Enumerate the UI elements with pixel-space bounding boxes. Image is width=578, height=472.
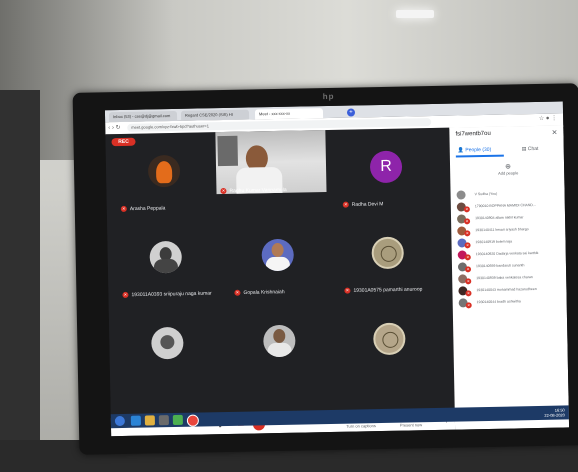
start-icon[interactable]: [114, 415, 125, 427]
mic-off-icon: ✕: [344, 287, 351, 294]
person-name: 1930140411 kesari sriyash bhargo: [475, 227, 529, 233]
dark-pillar: [0, 90, 40, 472]
avatar: [151, 326, 184, 360]
participant-name: ✕ Gopala Krishnaiah: [234, 288, 285, 296]
avatar: [149, 240, 183, 274]
people-list-item[interactable]: ✕ 1930140044 bradh ashwitha: [457, 295, 565, 309]
participant-tile: [119, 314, 216, 384]
mic-off-icon: ✕: [464, 254, 471, 261]
monitor-screen: Inbox (53) - cse@dj@gmail.com Regard CSE…: [104, 101, 570, 437]
ceiling-light: [396, 10, 434, 18]
person-name: 1930140044 bradh ashwitha: [476, 299, 521, 305]
mic-off-icon: ✕: [464, 242, 471, 249]
participant-tile: [341, 310, 438, 380]
mic-off-icon: ✕: [234, 289, 241, 296]
system-clock: 16:50 22-08-2020: [544, 407, 565, 418]
back-forward-reload-icon[interactable]: ‹ › ↻: [108, 124, 120, 131]
panel-title: fsi7wentb7ou: [455, 130, 491, 138]
mic-off-icon: ✕: [465, 278, 472, 285]
person-name: 1930140920 Dadarja venkata sai karthik: [475, 250, 539, 257]
meet-stage: REC ✕ Arasha Peppala ✕ Raghu Kumar Vanpamu…: [105, 127, 456, 437]
person-name: 1930140904 allam nikhil kumar: [475, 215, 524, 221]
mic-off-icon: ✕: [464, 230, 471, 237]
person-name: 1790010 BOPPANA MAMIDI CHAND...: [474, 203, 536, 209]
tab-people[interactable]: 👤 People (30): [458, 147, 492, 154]
monitor-brand-logo: hp: [322, 91, 335, 102]
active-tab-indicator: [455, 154, 504, 158]
participant-name: ✕ Radha Devi M: [342, 200, 384, 208]
chat-icon: ▤: [521, 146, 527, 153]
room-background: hp Inbox (53) - cse@dj@gmail.com Regard …: [0, 0, 578, 472]
mic-off-icon: ✕: [464, 218, 471, 225]
mic-off-icon: ✕: [120, 205, 127, 212]
participant-tile: ✕ Arasha Peppala: [116, 142, 213, 212]
participant-video: ✕ Raghu Kumar Vanpamula: [215, 130, 327, 195]
avatar: [147, 154, 181, 188]
person-name: 1930140939 bandaruti sunanth: [475, 263, 525, 269]
chrome-icon[interactable]: [186, 414, 200, 427]
mic-off-icon: ✕: [122, 291, 129, 298]
participant-tile: R ✕ Radha Devi M: [338, 138, 435, 208]
participant-name: ✕ 193011A0393 sriipuraju naga kumar: [122, 290, 212, 298]
mic-off-icon: ✕: [465, 302, 472, 309]
avatar: [261, 238, 295, 272]
monitor: hp Inbox (53) - cse@dj@gmail.com Regard …: [72, 83, 578, 455]
avatar: [263, 324, 296, 358]
avatar: [456, 190, 466, 200]
mic-off-icon: ✕: [220, 187, 227, 194]
tab-chat[interactable]: ▤ Chat: [522, 146, 539, 152]
avatar: R: [369, 150, 403, 184]
people-panel: fsi7wentb7ou ✕ 👤 People (30) ▤ Chat ⊕ Add…: [449, 125, 570, 430]
mic-off-icon: ✕: [463, 206, 470, 213]
participant-tile: ✕ 193011A0393 sriipuraju naga kumar: [117, 228, 214, 298]
participant-tile: ✕ 19301A0575 pamarthi anuroop: [339, 224, 436, 294]
emblem-avatar: [373, 322, 406, 356]
new-tab-button[interactable]: +: [346, 108, 356, 117]
emblem-avatar: [371, 236, 405, 270]
ie-icon[interactable]: [130, 415, 141, 426]
person-name: 1930140939 baka venkatesa charan: [476, 275, 533, 281]
media-icon[interactable]: [158, 415, 169, 426]
person-name: 1930140919 bolem teja: [475, 239, 513, 245]
participant-tile: [231, 312, 328, 382]
people-icon: 👤: [457, 147, 465, 154]
people-list: V Sudha (You) ✕ 1790010 BOPPANA MAMIDI CHA…: [454, 188, 564, 310]
browser-menu-icon[interactable]: ☆ ● ⋮: [539, 115, 557, 122]
participant-name: ✕ 19301A0575 pamarthi anuroop: [344, 286, 423, 294]
close-icon[interactable]: ✕: [551, 129, 557, 137]
mic-off-icon: ✕: [342, 201, 349, 208]
folder-icon[interactable]: [144, 415, 155, 426]
participant-name: ✕ Raghu Kumar Vanpamula: [220, 186, 287, 194]
person-name: V Sudha (You): [474, 191, 498, 197]
mic-off-icon: ✕: [464, 266, 472, 273]
person-name: 1930140043 mohammad hazarudheen: [476, 287, 537, 293]
mic-off-icon: ✕: [465, 290, 472, 297]
participant-tile: ✕ Gopala Krishnaiah: [229, 226, 326, 296]
app-icon[interactable]: [172, 414, 183, 426]
participant-name: ✕ Arasha Peppala: [120, 205, 166, 212]
add-people-button[interactable]: ⊕ Add people: [494, 162, 522, 176]
